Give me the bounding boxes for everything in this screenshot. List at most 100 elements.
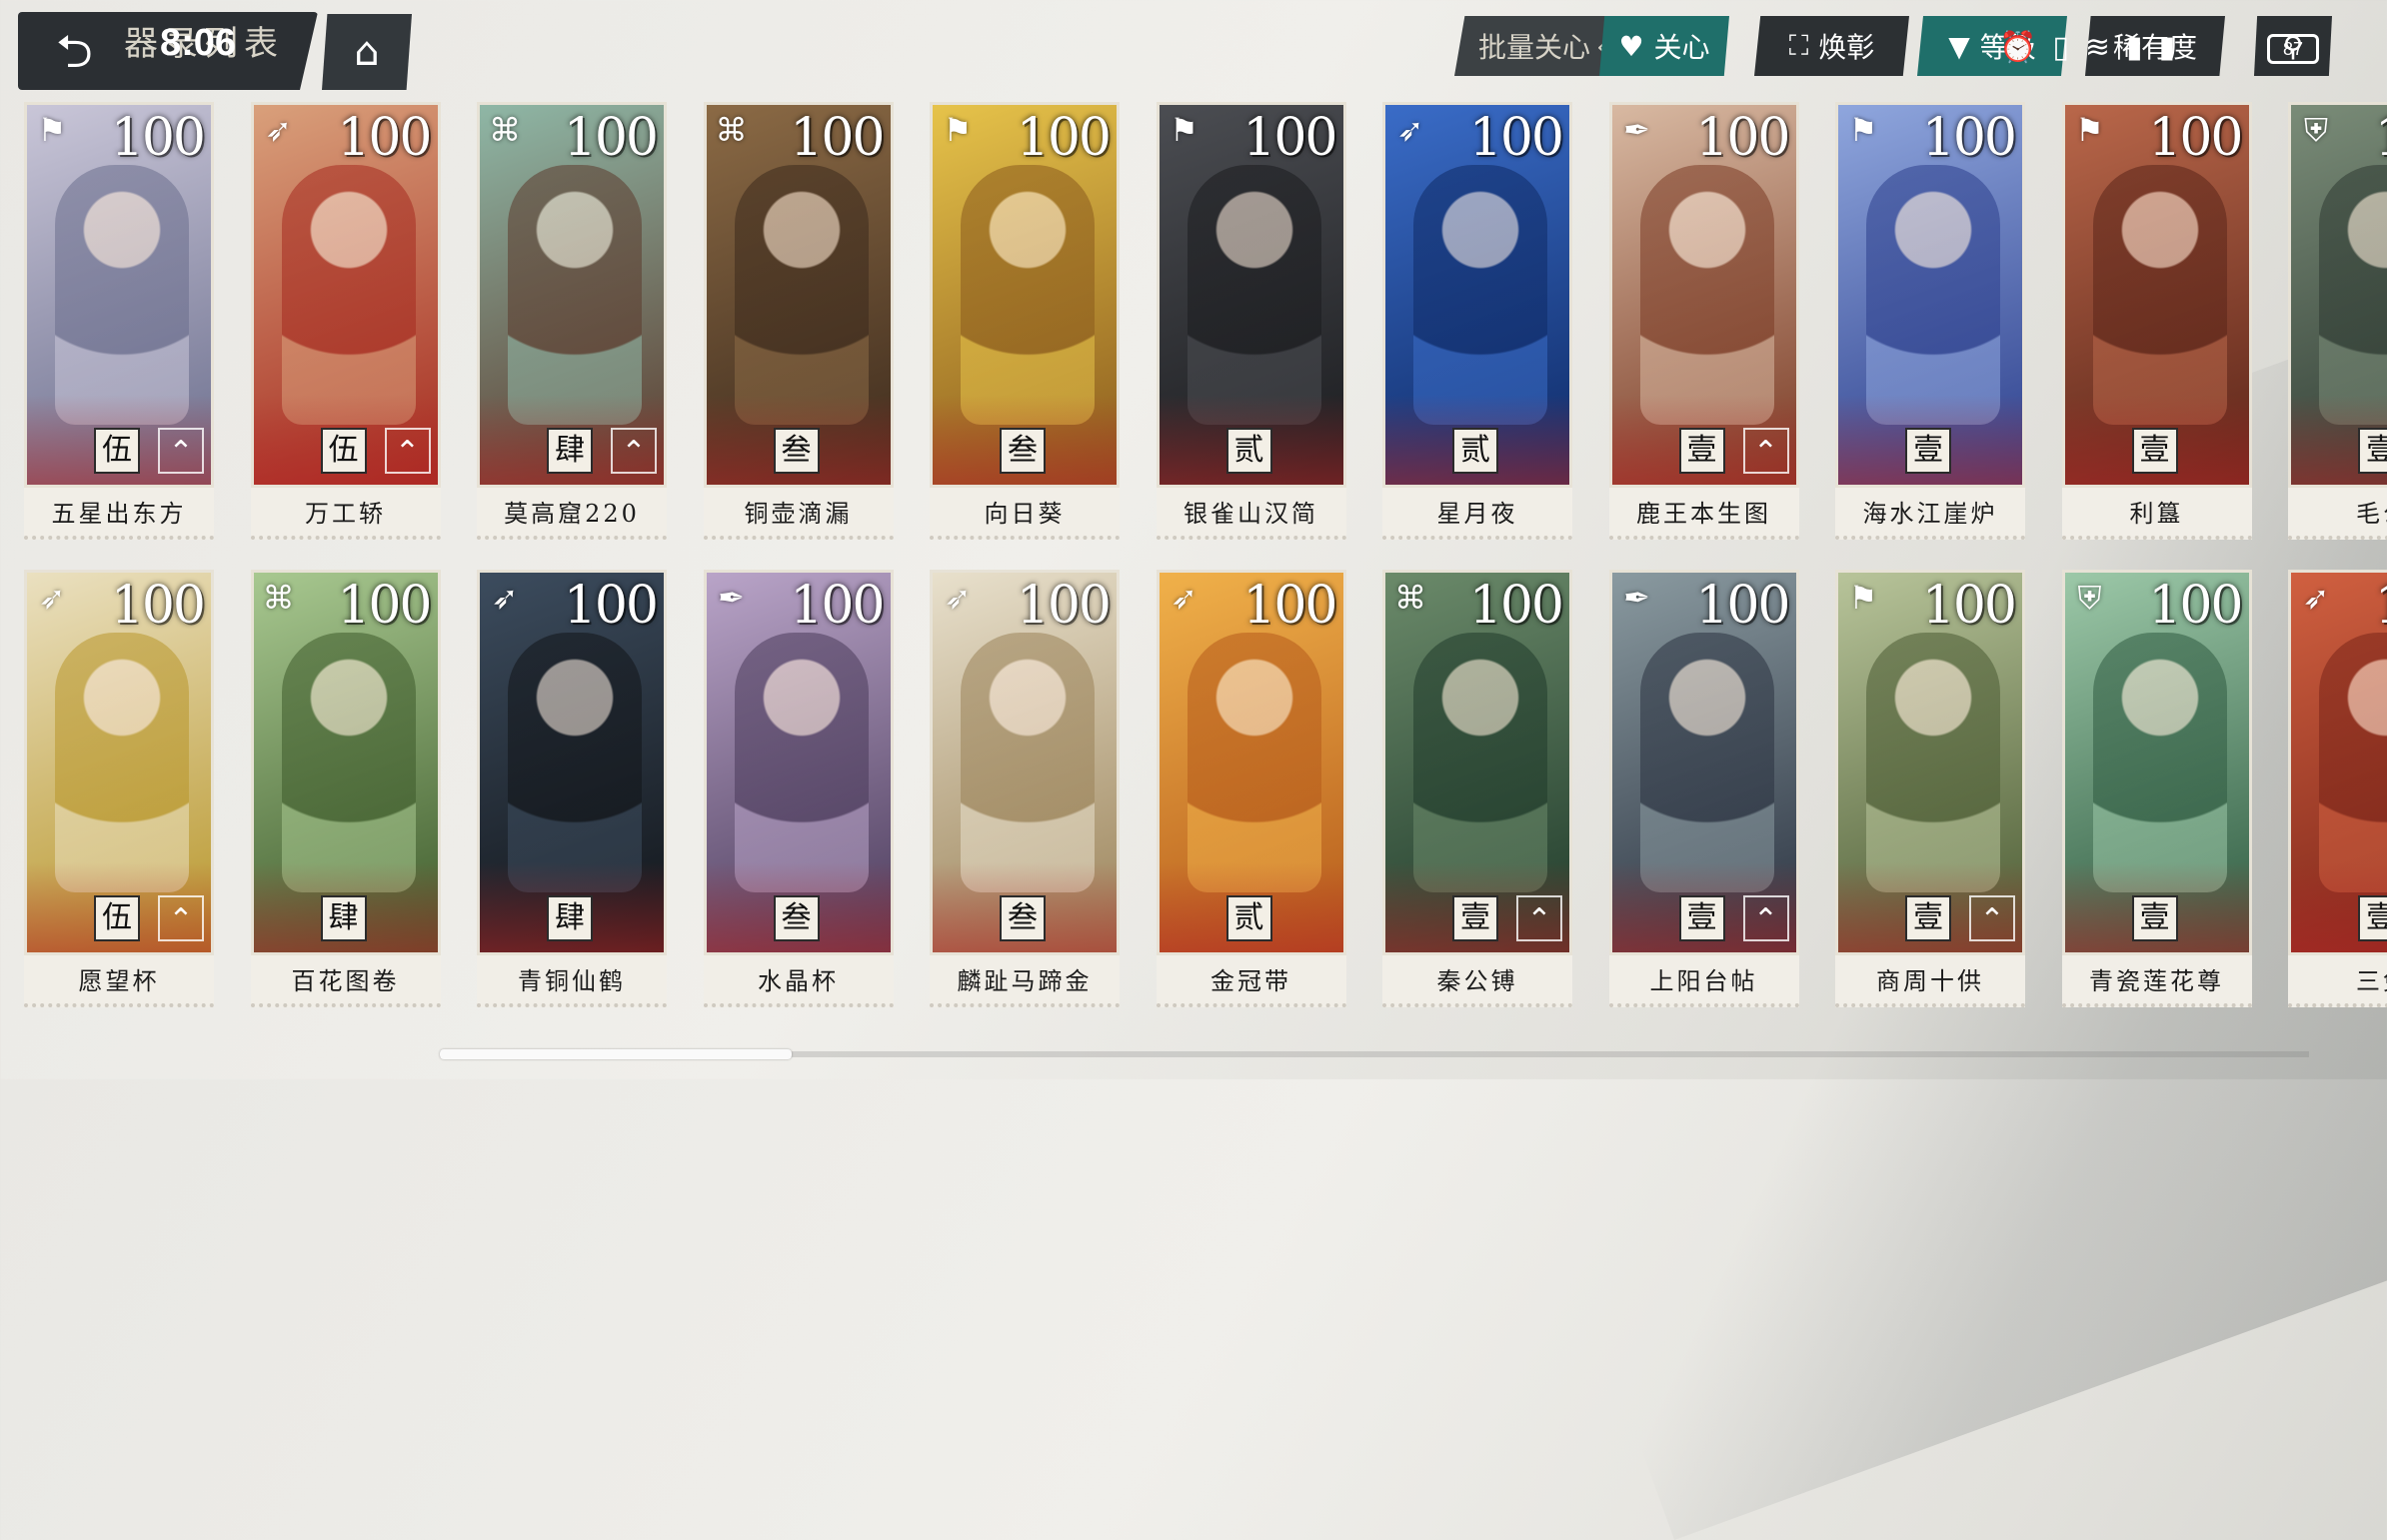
glory-button[interactable]: ⛶ 焕彰 xyxy=(1754,16,1909,76)
card-level: 100 xyxy=(2148,108,2243,168)
collection-card[interactable]: ✒ 100 叁水晶杯 xyxy=(703,570,894,1013)
home-icon[interactable]: ⌂ xyxy=(344,30,390,74)
collection-card[interactable]: ⚑ 100 贰银雀山汉简 xyxy=(1156,102,1346,546)
collection-card[interactable]: ⌘ 100 肆 ⌃ 莫高窟220 xyxy=(477,102,667,546)
collection-card[interactable]: ⚑ 100 壹海水江崖炉 xyxy=(1835,102,2025,546)
collection-card[interactable]: ⚑ 100 壹利簋 xyxy=(2061,102,2252,546)
character-portrait xyxy=(1187,165,1321,425)
collection-card[interactable]: ✒ 100 壹 ⌃ 鹿王本生图 xyxy=(1608,102,1799,546)
character-portrait xyxy=(55,633,189,892)
collection-card[interactable]: ➶ 100 伍 ⌃ 愿望杯 xyxy=(24,570,214,1013)
card-level: 100 xyxy=(1921,576,2017,636)
card-level: 100 xyxy=(1695,108,1790,168)
character-portrait xyxy=(734,165,869,425)
collection-card[interactable]: ⌘ 100 叁铜壶滴漏 xyxy=(703,102,894,546)
character-portrait xyxy=(734,633,869,892)
collection-card[interactable]: ➶ 100 贰金冠带 xyxy=(1156,570,1346,1013)
knot-icon: ⌘ xyxy=(715,111,748,149)
card-rank-badge: 壹 xyxy=(1452,895,1498,941)
card-name: 毛公 xyxy=(2288,488,2387,540)
card-level: 100 xyxy=(1242,108,1337,168)
awaken-chevron-icon: ⌃ xyxy=(1516,895,1562,941)
card-rank-badge: 叁 xyxy=(1000,895,1046,941)
status-time: 8:06 xyxy=(160,22,237,64)
vibrate-icon: ▯ xyxy=(2052,30,2085,65)
knot-icon: ⌘ xyxy=(1394,579,1426,617)
bow-icon: ➶ xyxy=(944,579,972,617)
shield-icon: ⛨ xyxy=(2077,579,2102,617)
glory-label: 焕彰 xyxy=(1818,31,1875,64)
collection-card[interactable]: ⌘ 100 壹 ⌃ 秦公镈 xyxy=(1382,570,1572,1013)
card-name: 铜壶滴漏 xyxy=(703,488,894,540)
card-name: 鹿王本生图 xyxy=(1608,488,1799,540)
card-level: 100 xyxy=(2375,576,2387,636)
bow-icon: ➶ xyxy=(1171,579,1197,617)
collection-card[interactable]: ➶ 100 壹三兔 xyxy=(2288,570,2387,1013)
card-rank-badge: 伍 xyxy=(94,428,140,474)
card-rank-badge: 肆 xyxy=(547,428,593,474)
card-rank-badge: 壹 xyxy=(1905,428,1951,474)
bow-icon: ➶ xyxy=(491,579,519,617)
flag-icon: ⚑ xyxy=(1848,579,1878,617)
card-name: 水晶杯 xyxy=(703,955,894,1007)
card-name: 上阳台帖 xyxy=(1608,955,1799,1007)
back-arrow-icon[interactable]: ⮌ xyxy=(56,26,116,76)
card-name: 万工轿 xyxy=(250,488,441,540)
character-portrait xyxy=(1639,165,1774,425)
card-name: 青铜仙鹤 xyxy=(477,955,667,1007)
scrollbar-thumb[interactable] xyxy=(440,1049,792,1059)
character-portrait xyxy=(2092,633,2227,892)
card-rank-badge: 伍 xyxy=(94,895,140,941)
glory-frame-icon: ⛶ xyxy=(1788,29,1809,62)
character-portrait xyxy=(2092,165,2227,425)
character-portrait xyxy=(1866,633,2000,892)
alarm-icon: ⏰ xyxy=(1999,30,2053,65)
collection-card[interactable]: ⛨ 100 壹青瓷莲花尊 xyxy=(2061,570,2252,1013)
card-rank-badge: 壹 xyxy=(2358,428,2387,474)
care-button[interactable]: ♥ 关心 xyxy=(1599,16,1729,76)
flag-icon: ⚑ xyxy=(1848,111,1878,149)
awaken-chevron-icon: ⌃ xyxy=(158,428,204,474)
character-portrait xyxy=(281,633,416,892)
card-level: 100 xyxy=(1695,576,1790,636)
card-level: 100 xyxy=(790,108,885,168)
flag-icon: ⚑ xyxy=(943,111,973,149)
collection-card[interactable]: ⌘ 100 肆百花图卷 xyxy=(250,570,441,1013)
signal-icon: ▮ xyxy=(2126,30,2159,65)
collection-card[interactable]: ➶ 100 贰星月夜 xyxy=(1382,102,1572,546)
card-level: 100 xyxy=(1016,108,1112,168)
card-rank-badge: 贰 xyxy=(1452,428,1498,474)
character-portrait xyxy=(508,165,642,425)
awaken-chevron-icon: ⌃ xyxy=(611,428,657,474)
collection-card[interactable]: ⚑ 100 叁向日葵 xyxy=(930,102,1120,546)
card-name: 愿望杯 xyxy=(24,955,214,1007)
batch-care-label: 批量关心 xyxy=(1478,31,1591,64)
card-level: 100 xyxy=(110,576,206,636)
card-name: 金冠带 xyxy=(1156,955,1346,1007)
collection-card[interactable]: ⛨ 100 壹毛公 xyxy=(2288,102,2387,546)
wifi-icon: ≋ xyxy=(2084,30,2127,65)
card-rank-badge: 壹 xyxy=(1905,895,1951,941)
battery-icon: 87 xyxy=(2267,34,2319,64)
collection-card[interactable]: ➶ 100 肆青铜仙鹤 xyxy=(477,570,667,1013)
collection-card[interactable]: ⚑ 100 壹 ⌃ 商周十供 xyxy=(1835,570,2025,1013)
bow-icon: ➶ xyxy=(265,111,292,149)
card-level: 100 xyxy=(110,108,206,168)
heart-check-icon: ♥ xyxy=(1618,29,1644,63)
bow-icon: ➶ xyxy=(1396,111,1424,149)
flag-icon: ⚑ xyxy=(2075,111,2104,149)
character-portrait xyxy=(1187,633,1321,892)
bow-icon: ➶ xyxy=(2302,579,2330,617)
collection-card[interactable]: ➶ 100 伍 ⌃ 万工轿 xyxy=(250,102,441,546)
home-button[interactable]: ⌂ xyxy=(322,14,412,90)
card-rank-badge: 壹 xyxy=(2358,895,2387,941)
card-rank-badge: 肆 xyxy=(547,895,593,941)
awaken-chevron-icon: ⌃ xyxy=(1742,428,1789,474)
card-level: 100 xyxy=(1468,108,1564,168)
character-portrait xyxy=(2319,165,2387,425)
bow-icon: ➶ xyxy=(38,579,66,617)
collection-card[interactable]: ⚑ 100 伍 ⌃ 五星出东方 xyxy=(24,102,214,546)
collection-card[interactable]: ✒ 100 壹 ⌃ 上阳台帖 xyxy=(1608,570,1799,1013)
card-level: 100 xyxy=(337,108,432,168)
collection-card[interactable]: ➶ 100 叁麟趾马蹄金 xyxy=(930,570,1120,1013)
